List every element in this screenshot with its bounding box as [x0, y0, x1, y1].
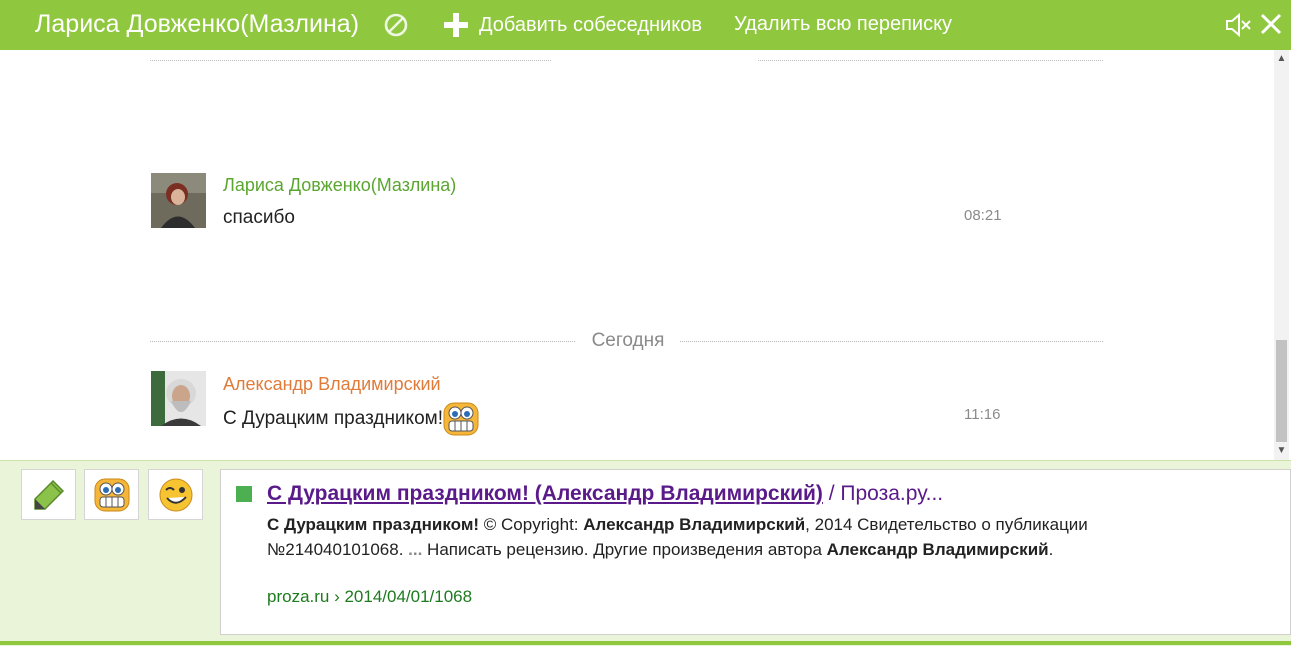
message-sender[interactable]: Лариса Довженко(Мазлина) — [223, 175, 456, 196]
mute-icon[interactable] — [1224, 11, 1252, 39]
scrollbar[interactable]: ▲ ▼ — [1274, 50, 1289, 460]
result-favicon-icon — [236, 486, 252, 502]
snippet-ellipsis: ... — [408, 540, 423, 559]
message-time: 11:16 — [964, 406, 1001, 423]
grin-emoticon-icon — [443, 402, 479, 436]
snippet-text: Написать рецензию. Другие произведения а… — [422, 540, 827, 559]
wink-emoticon-button[interactable] — [148, 469, 203, 520]
snippet-bold: Александр Владимирский — [583, 515, 806, 534]
search-result-link[interactable]: С Дурацким праздником! (Александр Владим… — [267, 482, 943, 506]
pencil-icon — [33, 479, 64, 510]
avatar[interactable] — [151, 173, 206, 228]
message-time: 08:21 — [964, 207, 1002, 224]
separator-line — [758, 60, 1103, 61]
message-sender[interactable]: Александр Владимирский — [223, 374, 441, 395]
bottom-border — [0, 641, 1291, 645]
snippet-text: © Copyright: — [479, 515, 584, 534]
separator-line — [150, 60, 551, 61]
wink-emoticon-icon — [159, 478, 192, 511]
grin-emoticon-icon — [94, 478, 129, 511]
chat-title: Лариса Довженко(Мазлина) — [35, 10, 360, 38]
search-result-url[interactable]: proza.ru › 2014/04/01/1068 — [267, 587, 472, 607]
delete-conversation-button[interactable]: Удалить всю переписку — [734, 13, 952, 36]
close-icon[interactable] — [1259, 12, 1283, 36]
snippet-bold: С Дурацким праздником! — [267, 515, 480, 534]
add-participants-button[interactable]: Добавить собеседников — [443, 12, 702, 38]
search-result-snippet: С Дурацким праздником! © Copyright: Алек… — [267, 512, 1137, 562]
snippet-bold: Александр Владимирский — [826, 540, 1049, 559]
add-participants-label: Добавить собеседников — [479, 13, 702, 36]
avatar[interactable] — [151, 371, 206, 426]
date-separator: Сегодня — [576, 330, 680, 352]
highlighter-button[interactable] — [21, 469, 76, 520]
plus-icon — [444, 13, 468, 37]
message-text-content: С Дурацким праздником! — [223, 408, 443, 429]
search-result-site: / Проза.ру... — [822, 482, 944, 505]
scroll-down-icon[interactable]: ▼ — [1274, 444, 1289, 458]
message-text: С Дурацким праздником! — [223, 402, 479, 436]
block-icon[interactable] — [383, 12, 409, 38]
message-text-content: спасибо — [223, 207, 295, 228]
compose-panel: С Дурацким праздником! (Александр Владим… — [0, 460, 1291, 646]
message-list[interactable]: Лариса Довженко(Мазлина) спасибо 08:21 С… — [0, 50, 1291, 460]
chat-header: Лариса Довженко(Мазлина) Добавить собесе… — [0, 0, 1291, 50]
scroll-thumb[interactable] — [1276, 340, 1287, 442]
message-input[interactable]: С Дурацким праздником! (Александр Владим… — [220, 469, 1291, 635]
snippet-text: . — [1048, 540, 1054, 559]
grin-emoticon-button[interactable] — [84, 469, 139, 520]
scroll-up-icon[interactable]: ▲ — [1274, 52, 1289, 66]
search-result-title: С Дурацким праздником! (Александр Владим… — [267, 482, 823, 505]
message-text: спасибо — [223, 207, 295, 229]
